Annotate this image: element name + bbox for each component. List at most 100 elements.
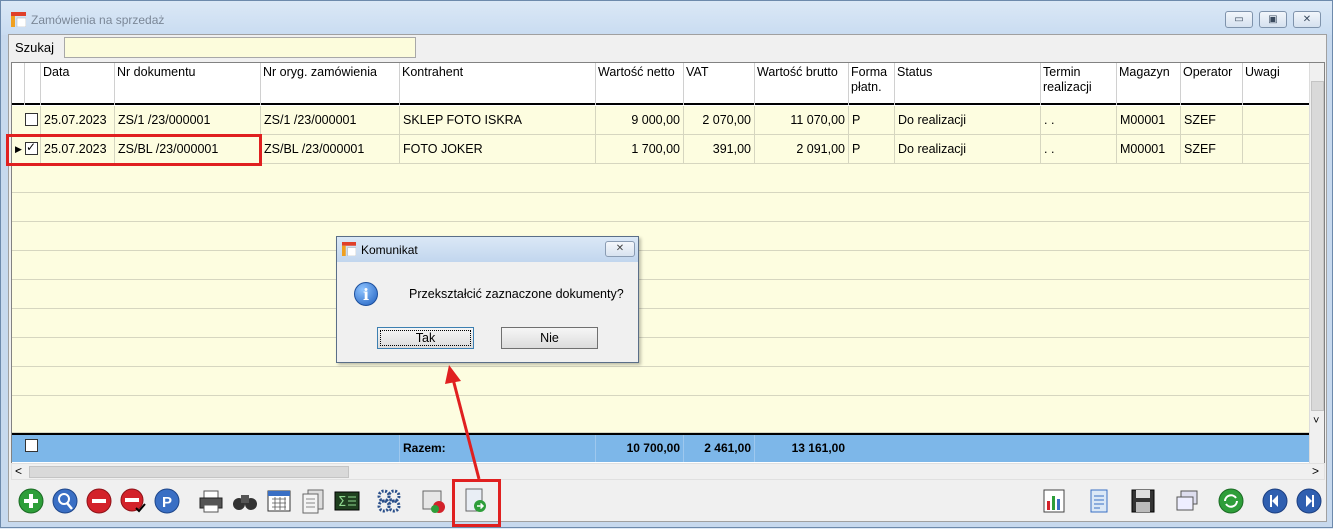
empty-row xyxy=(12,367,1310,396)
app-logo-icon xyxy=(342,242,356,256)
header-vat[interactable]: VAT xyxy=(683,63,754,105)
dialog-title-bar: Komunikat ✕ xyxy=(337,237,638,262)
dialog-close-button[interactable]: ✕ xyxy=(605,241,635,257)
add-icon[interactable] xyxy=(17,487,45,515)
cell-brutto: 2 091,00 xyxy=(754,135,848,164)
transfer-document-icon[interactable] xyxy=(419,487,447,515)
cell-uwagi xyxy=(1242,135,1310,164)
header-status[interactable]: Status xyxy=(894,63,1040,105)
dialog-message: Przekształcić zaznaczone dokumenty? xyxy=(409,287,624,301)
delete-selected-icon[interactable] xyxy=(119,487,147,515)
dialog-title: Komunikat xyxy=(361,243,418,257)
cell-netto: 9 000,00 xyxy=(595,106,683,135)
search-label: Szukaj xyxy=(15,40,55,55)
documents-icon[interactable] xyxy=(299,487,327,515)
header-forma[interactable]: Forma płatn. xyxy=(848,63,894,105)
dialog-body: i Przekształcić zaznaczone dokumenty? Ta… xyxy=(337,262,638,362)
window-title: Zamówienia na sprzedaż xyxy=(31,13,165,27)
cell-brutto: 11 070,00 xyxy=(754,106,848,135)
header-operator[interactable]: Operator xyxy=(1180,63,1242,105)
select-all-checkbox[interactable] xyxy=(25,439,38,452)
cell-netto: 1 700,00 xyxy=(595,135,683,164)
horizontal-scroll-thumb[interactable] xyxy=(29,466,349,478)
summary-label: Razem: xyxy=(399,435,595,462)
scroll-left-arrow[interactable]: < xyxy=(15,464,22,479)
save-icon[interactable] xyxy=(1129,487,1157,515)
confirm-dialog: Komunikat ✕ i Przekształcić zaznaczone d… xyxy=(336,236,639,363)
sum-calculator-icon[interactable]: Σ xyxy=(333,487,361,515)
copy-windows-icon[interactable] xyxy=(1173,487,1201,515)
cell-forma: P xyxy=(848,135,894,164)
header-nr-oryg[interactable]: Nr oryg. zamówienia xyxy=(260,63,399,105)
refresh-icon[interactable] xyxy=(1217,487,1245,515)
printer-icon[interactable] xyxy=(197,487,225,515)
main-content: Szukaj Data Nr dokumentu Nr oryg. zamówi… xyxy=(8,34,1327,522)
cell-nr-oryg: ZS/BL /23/000001 xyxy=(260,135,399,164)
summary-brutto: 13 161,00 xyxy=(754,435,848,462)
empty-row xyxy=(12,193,1310,222)
cell-status: Do realizacji xyxy=(894,135,1040,164)
header-nr-dokumentu[interactable]: Nr dokumentu xyxy=(114,63,260,105)
delete-icon[interactable] xyxy=(85,487,113,515)
report-chart-icon[interactable] xyxy=(1041,487,1069,515)
horizontal-scrollbar[interactable]: < > xyxy=(11,463,1325,480)
vertical-scrollbar[interactable]: ˅ xyxy=(1309,63,1324,464)
cell-magazyn: M00001 xyxy=(1116,135,1180,164)
empty-row xyxy=(12,222,1310,251)
header-uwagi[interactable]: Uwagi xyxy=(1242,63,1310,105)
table-row[interactable]: 25.07.2023 ZS/1 /23/000001 ZS/1 /23/0000… xyxy=(12,106,1310,135)
summary-vat: 2 461,00 xyxy=(683,435,754,462)
yes-button[interactable]: Tak xyxy=(377,327,474,349)
cell-forma: P xyxy=(848,106,894,135)
cell-nr-oryg: ZS/1 /23/000001 xyxy=(260,106,399,135)
header-termin[interactable]: Termin realizacji xyxy=(1040,63,1116,105)
header-check xyxy=(24,63,40,105)
cell-nr-dokumentu: ZS/1 /23/000001 xyxy=(114,106,260,135)
summary-row: Razem: 10 700,00 2 461,00 13 161,00 xyxy=(12,433,1310,462)
cell-magazyn: M00001 xyxy=(1116,106,1180,135)
first-record-icon[interactable] xyxy=(1261,487,1289,515)
cell-data: 25.07.2023 xyxy=(40,106,114,135)
last-record-icon[interactable] xyxy=(1295,487,1323,515)
binoculars-icon[interactable] xyxy=(231,487,259,515)
empty-row xyxy=(12,309,1310,338)
scroll-down-arrow[interactable]: ˅ xyxy=(1313,415,1319,427)
clipboard-list-icon[interactable] xyxy=(1085,487,1113,515)
highlight-selected-row xyxy=(6,134,262,166)
scroll-right-arrow[interactable]: > xyxy=(1312,464,1319,479)
no-button[interactable]: Nie xyxy=(501,327,598,349)
cell-operator: SZEF xyxy=(1180,135,1242,164)
app-window: Zamówienia na sprzedaż ▭ ▣ ✕ Szukaj Data… xyxy=(0,0,1333,528)
calendar-filter-icon[interactable] xyxy=(265,487,293,515)
header-kontrahent[interactable]: Kontrahent xyxy=(399,63,595,105)
maximize-button[interactable]: ▣ xyxy=(1259,11,1287,28)
app-logo-icon xyxy=(11,12,26,27)
search-input[interactable] xyxy=(64,37,416,58)
vertical-scroll-thumb[interactable] xyxy=(1311,81,1324,411)
header-indicator xyxy=(12,63,24,105)
cell-vat: 391,00 xyxy=(683,135,754,164)
header-brutto[interactable]: Wartość brutto xyxy=(754,63,848,105)
cell-kontrahent: SKLEP FOTO ISKRA xyxy=(399,106,595,135)
parking-icon[interactable]: P xyxy=(153,487,181,515)
header-data[interactable]: Data xyxy=(40,63,114,105)
cell-status: Do realizacji xyxy=(894,106,1040,135)
minimize-button[interactable]: ▭ xyxy=(1225,11,1253,28)
cell-termin: . . xyxy=(1040,106,1116,135)
header-magazyn[interactable]: Magazyn xyxy=(1116,63,1180,105)
close-button[interactable]: ✕ xyxy=(1293,11,1321,28)
highlight-convert-button xyxy=(452,479,501,527)
summary-netto: 10 700,00 xyxy=(595,435,683,462)
svg-text:Σ: Σ xyxy=(338,495,346,510)
svg-text:P: P xyxy=(162,494,172,511)
empty-row xyxy=(12,396,1310,433)
preview-icon[interactable] xyxy=(51,487,79,515)
empty-row xyxy=(12,338,1310,367)
cell-termin: . . xyxy=(1040,135,1116,164)
settings-gears-icon[interactable] xyxy=(375,487,403,515)
orders-grid: Data Nr dokumentu Nr oryg. zamówienia Ko… xyxy=(11,62,1325,465)
header-netto[interactable]: Wartość netto xyxy=(595,63,683,105)
empty-row xyxy=(12,280,1310,309)
row-checkbox[interactable] xyxy=(25,113,38,126)
empty-row xyxy=(12,164,1310,193)
